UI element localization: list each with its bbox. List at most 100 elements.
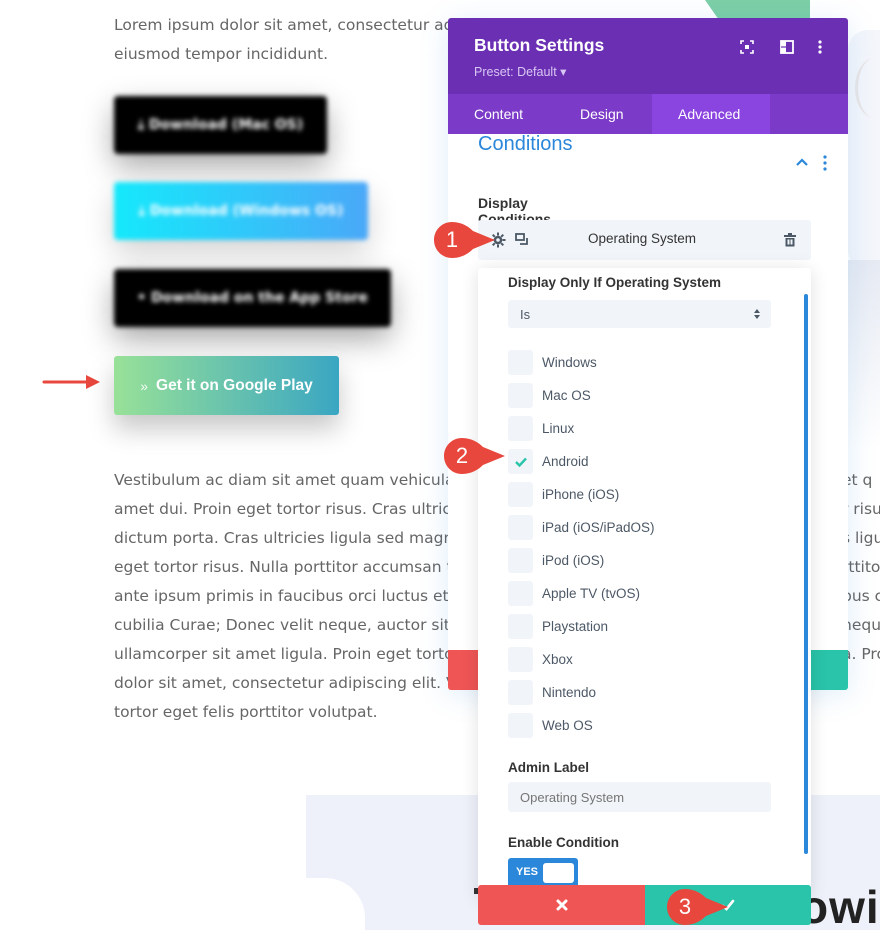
text-line: eget tortor risus. Nulla porttitor accum…	[114, 558, 464, 576]
os-option-mac-os[interactable]: Mac OS	[508, 379, 655, 412]
os-option-playstation[interactable]: Playstation	[508, 610, 655, 643]
text-line: eiusmod tempor incididunt.	[114, 45, 329, 63]
panel-save-button[interactable]	[811, 650, 848, 690]
os-option-ipod[interactable]: iPod (iOS)	[508, 544, 655, 577]
button-label: Download (Mac OS)	[148, 117, 304, 133]
background-decoration	[705, 0, 810, 18]
operator-select[interactable]: Is	[508, 300, 771, 328]
section-more-icon[interactable]	[822, 155, 828, 171]
os-option-iphone[interactable]: iPhone (iOS)	[508, 478, 655, 511]
option-label: Linux	[542, 421, 575, 436]
background-decoration	[110, 878, 365, 930]
button-label: Download on the App Store	[150, 290, 368, 306]
condition-row-label: Operating System	[588, 231, 697, 246]
option-label: Windows	[542, 355, 597, 370]
preset-dropdown[interactable]: Preset: Default ▾	[474, 64, 566, 79]
checkbox[interactable]	[508, 713, 533, 738]
checkbox[interactable]	[508, 515, 533, 540]
os-option-windows[interactable]: Windows	[508, 346, 655, 379]
checkbox[interactable]	[508, 581, 533, 606]
section-title-conditions[interactable]: Conditions	[478, 133, 573, 156]
text-line: dolor sit amet, consectetur adipiscing e…	[114, 674, 470, 692]
condition-row[interactable]: Operating System	[478, 220, 811, 260]
text-line: amet dui. Proin eget tortor risus. Cras …	[114, 500, 465, 518]
select-value: Is	[520, 306, 531, 322]
text-line: Vestibulum ac diam sit amet quam vehicul…	[114, 471, 469, 489]
popup-scrollbar[interactable]	[804, 294, 808, 854]
cancel-button[interactable]	[478, 885, 645, 925]
checkbox[interactable]	[508, 614, 533, 639]
option-label: Playstation	[542, 619, 609, 634]
admin-label-title: Admin Label	[508, 760, 590, 775]
option-label: Nintendo	[542, 685, 597, 700]
download-windows-button[interactable]: ⤓ Download (Windows OS)	[114, 182, 368, 240]
panel-cancel-button[interactable]	[448, 650, 478, 690]
marker-number: 1	[445, 227, 459, 252]
admin-label-input[interactable]	[508, 782, 771, 812]
os-option-web-os[interactable]: Web OS	[508, 709, 655, 742]
close-icon	[556, 899, 567, 911]
section-heading-fragment: owi	[800, 881, 880, 930]
google-play-button[interactable]: » Get it on Google Play	[114, 356, 339, 415]
double-chevron-icon: »	[140, 377, 149, 394]
checkbox[interactable]	[508, 416, 533, 441]
checkbox[interactable]	[508, 350, 533, 375]
text-line: cubilia Curae; Donec velit neque, auctor…	[114, 616, 471, 634]
toggle-knob	[543, 863, 574, 883]
option-label: Apple TV (tvOS)	[542, 586, 641, 601]
step-marker-1: 1	[433, 221, 495, 259]
option-label: iPhone (iOS)	[542, 487, 620, 502]
os-options-list: Windows Mac OS Linux Android iPhone (iOS…	[508, 346, 655, 742]
toggle-label: YES	[516, 866, 539, 878]
panel-header: Button Settings Preset: Default ▾	[448, 18, 848, 94]
option-label: iPod (iOS)	[542, 553, 605, 568]
pointer-arrow-icon	[42, 375, 100, 389]
download-icon: ⤓	[138, 203, 150, 219]
download-icon: ⤓	[137, 117, 149, 133]
checkmark-icon	[514, 457, 527, 467]
enable-condition-toggle[interactable]: YES	[508, 858, 578, 888]
os-option-ipad[interactable]: iPad (iOS/iPadOS)	[508, 511, 655, 544]
trash-icon[interactable]	[784, 233, 796, 247]
text-line: tortor eget felis porttitor volutpat.	[114, 703, 378, 721]
button-label: Download (Windows OS)	[149, 203, 344, 219]
select-arrows-icon	[754, 309, 760, 319]
checkbox-checked[interactable]	[508, 449, 533, 474]
option-label: Xbox	[542, 652, 573, 667]
panel-title: Button Settings	[474, 35, 605, 55]
intro-paragraph: Lorem ipsum dolor sit amet, consectetur …	[114, 11, 468, 69]
marker-number: 2	[455, 443, 469, 468]
option-label: Android	[542, 454, 589, 469]
checkbox[interactable]	[508, 647, 533, 672]
tab-content[interactable]: Content	[448, 94, 554, 134]
panel-tabs: Content Design Advanced	[448, 94, 848, 134]
text-line: Lorem ipsum dolor sit amet, consectetur …	[114, 16, 468, 34]
checkbox[interactable]	[508, 383, 533, 408]
os-option-nintendo[interactable]: Nintendo	[508, 676, 655, 709]
option-label: iPad (iOS/iPadOS)	[542, 520, 655, 535]
os-option-apple-tv[interactable]: Apple TV (tvOS)	[508, 577, 655, 610]
tab-advanced[interactable]: Advanced	[652, 94, 770, 134]
option-label: Mac OS	[542, 388, 591, 403]
step-marker-3: 3	[666, 888, 728, 926]
os-option-xbox[interactable]: Xbox	[508, 643, 655, 676]
background-decoration	[848, 260, 880, 450]
body-paragraph: Vestibulum ac diam sit amet quam vehicul…	[114, 466, 471, 727]
checkbox[interactable]	[508, 548, 533, 573]
duplicate-icon[interactable]	[515, 233, 529, 246]
split-view-icon[interactable]	[778, 38, 796, 56]
checkbox[interactable]	[508, 482, 533, 507]
option-label: Web OS	[542, 718, 593, 733]
more-vertical-icon[interactable]	[811, 38, 829, 56]
download-mac-button[interactable]: ⤓ Download (Mac OS)	[114, 96, 327, 154]
checkbox[interactable]	[508, 680, 533, 705]
chevron-up-icon[interactable]	[795, 156, 809, 168]
download-app-store-button[interactable]: • Download on the App Store	[114, 269, 391, 327]
text-line: dictum porta. Cras ultricies ligula sed …	[114, 529, 463, 547]
os-option-linux[interactable]: Linux	[508, 412, 655, 445]
rule-label: Display Only If Operating System	[508, 275, 722, 290]
fullscreen-icon[interactable]	[738, 38, 756, 56]
condition-settings-popup: Display Only If Operating System Is Wind…	[478, 268, 811, 898]
tab-design[interactable]: Design	[554, 94, 652, 134]
os-option-android[interactable]: Android	[508, 445, 655, 478]
